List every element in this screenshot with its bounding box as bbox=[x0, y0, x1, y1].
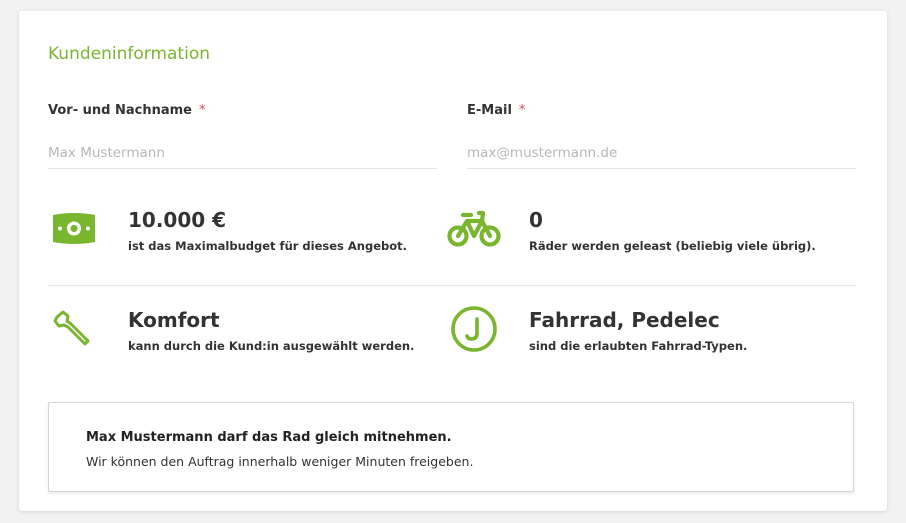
name-input[interactable] bbox=[48, 137, 437, 169]
bikes-description: Räder werden geleast (beliebig viele übr… bbox=[529, 239, 816, 253]
budget-value: 10.000 € bbox=[128, 208, 227, 232]
customer-info-card: Kundeninformation Vor- und Nachname * E-M… bbox=[19, 11, 887, 511]
email-field-label: E-Mail * bbox=[467, 103, 525, 118]
comfort-description: kann durch die Kund:in ausgewählt werden… bbox=[128, 339, 415, 353]
comfort-value: Komfort bbox=[128, 308, 220, 332]
notice-text: Wir können den Auftrag innerhalb weniger… bbox=[86, 454, 474, 469]
bikes-value: 0 bbox=[529, 208, 543, 232]
notice-box: Max Mustermann darf das Rad gleich mitne… bbox=[48, 402, 854, 492]
name-label-text: Vor- und Nachname bbox=[48, 103, 192, 118]
section-title: Kundeninformation bbox=[48, 44, 210, 64]
bike-types-description: sind die erlaubten Fahrrad-Typen. bbox=[529, 339, 748, 353]
required-mark: * bbox=[198, 103, 206, 118]
required-mark: * bbox=[518, 103, 526, 118]
budget-description: ist das Maximalbudget für dieses Angebot… bbox=[128, 239, 408, 253]
email-input[interactable] bbox=[467, 137, 856, 169]
notice-title: Max Mustermann darf das Rad gleich mitne… bbox=[86, 430, 452, 445]
divider bbox=[48, 285, 856, 286]
money-icon bbox=[51, 211, 97, 250]
circle-j-icon bbox=[450, 305, 498, 357]
bicycle-icon bbox=[447, 209, 501, 253]
bike-types-value: Fahrrad, Pedelec bbox=[529, 308, 720, 332]
email-label-text: E-Mail bbox=[467, 103, 512, 118]
wrench-icon bbox=[52, 309, 92, 353]
name-field-label: Vor- und Nachname * bbox=[48, 103, 205, 118]
